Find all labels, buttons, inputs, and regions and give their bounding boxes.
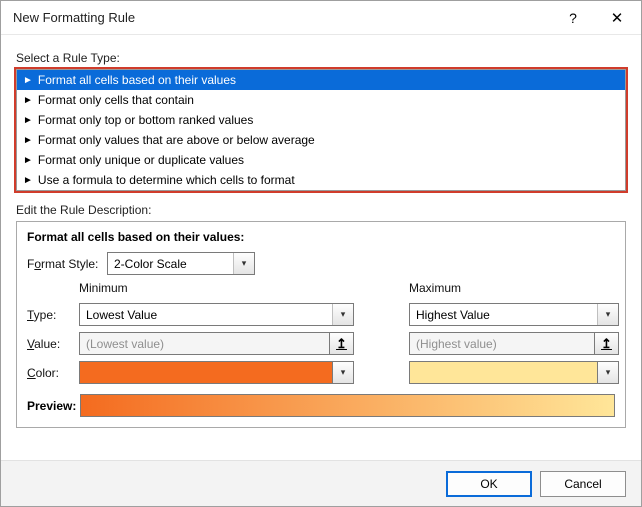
rule-type-item[interactable]: ► Format only cells that contain <box>17 90 625 110</box>
chevron-down-icon: ▾ <box>333 361 354 384</box>
dialog-body: Select a Rule Type: ► Format all cells b… <box>1 35 641 428</box>
rule-type-item[interactable]: ► Format only unique or duplicate values <box>17 150 625 170</box>
window-title: New Formatting Rule <box>13 10 551 25</box>
max-value-input[interactable]: (Highest value) <box>409 332 595 355</box>
max-color-combo[interactable]: ▾ <box>409 361 619 384</box>
rule-type-text: Format all cells based on their values <box>38 73 236 87</box>
preview-row: Preview: <box>27 394 615 417</box>
chevron-down-icon: ▾ <box>598 361 619 384</box>
rule-type-text: Use a formula to determine which cells t… <box>38 173 295 187</box>
minimum-header: Minimum <box>79 281 354 295</box>
maximum-header: Maximum <box>409 281 619 295</box>
rule-type-text: Format only cells that contain <box>38 93 194 107</box>
rule-type-label: Select a Rule Type: <box>16 51 626 65</box>
max-color-swatch <box>409 361 598 384</box>
rule-type-item[interactable]: ► Format only values that are above or b… <box>17 130 625 150</box>
format-style-combo[interactable]: 2-Color Scale ▾ <box>107 252 255 275</box>
rule-type-item[interactable]: ► Use a formula to determine which cells… <box>17 170 625 190</box>
desc-heading: Format all cells based on their values: <box>27 230 615 244</box>
chevron-down-icon: ▾ <box>597 304 618 325</box>
rule-type-text: Format only top or bottom ranked values <box>38 113 253 127</box>
chevron-down-icon: ▾ <box>233 253 254 274</box>
min-color-swatch <box>79 361 333 384</box>
max-type-value: Highest Value <box>410 308 597 322</box>
max-value-placeholder: (Highest value) <box>410 337 594 351</box>
min-value-placeholder: (Lowest value) <box>80 337 329 351</box>
min-value-input[interactable]: (Lowest value) <box>79 332 330 355</box>
max-value-wrap: (Highest value) ↥ <box>409 332 619 355</box>
value-row-label: Value: <box>27 337 72 351</box>
preview-bar <box>80 394 615 417</box>
arrow-icon: ► <box>23 135 33 146</box>
title-bar: New Formatting Rule ? ✕ <box>1 1 641 35</box>
min-value-ref-button[interactable]: ↥ <box>330 332 354 355</box>
arrow-icon: ► <box>23 175 33 186</box>
collapse-dialog-icon: ↥ <box>601 337 612 350</box>
format-style-label: Format Style: <box>27 257 107 271</box>
chevron-down-icon: ▾ <box>332 304 353 325</box>
format-style-row: Format Style: 2-Color Scale ▾ <box>27 252 615 275</box>
max-value-ref-button[interactable]: ↥ <box>595 332 619 355</box>
minmax-grid: Minimum Maximum Type: Lowest Value ▾ Hig… <box>27 281 615 384</box>
ok-button[interactable]: OK <box>446 471 532 497</box>
rule-description-box: Format all cells based on their values: … <box>16 221 626 428</box>
rule-type-item[interactable]: ► Format only top or bottom ranked value… <box>17 110 625 130</box>
min-value-wrap: (Lowest value) ↥ <box>79 332 354 355</box>
rule-type-text: Format only unique or duplicate values <box>38 153 244 167</box>
rule-type-text: Format only values that are above or bel… <box>38 133 315 147</box>
format-style-value: 2-Color Scale <box>108 257 233 271</box>
rule-type-list[interactable]: ► Format all cells based on their values… <box>16 69 626 191</box>
help-button[interactable]: ? <box>551 3 595 33</box>
min-type-combo[interactable]: Lowest Value ▾ <box>79 303 354 326</box>
min-type-value: Lowest Value <box>80 308 332 322</box>
arrow-icon: ► <box>23 155 33 166</box>
arrow-icon: ► <box>23 115 33 126</box>
rule-type-item[interactable]: ► Format all cells based on their values <box>17 70 625 90</box>
dialog-footer: OK Cancel <box>1 460 641 506</box>
arrow-icon: ► <box>23 95 33 106</box>
arrow-icon: ► <box>23 75 33 86</box>
close-button[interactable]: ✕ <box>595 3 639 33</box>
min-color-combo[interactable]: ▾ <box>79 361 354 384</box>
new-formatting-rule-dialog: New Formatting Rule ? ✕ Select a Rule Ty… <box>0 0 642 507</box>
color-row-label: Color: <box>27 366 72 380</box>
cancel-button[interactable]: Cancel <box>540 471 626 497</box>
type-row-label: Type: <box>27 308 72 322</box>
edit-description-label: Edit the Rule Description: <box>16 203 626 217</box>
max-type-combo[interactable]: Highest Value ▾ <box>409 303 619 326</box>
preview-label: Preview: <box>27 399 76 413</box>
collapse-dialog-icon: ↥ <box>336 337 347 350</box>
